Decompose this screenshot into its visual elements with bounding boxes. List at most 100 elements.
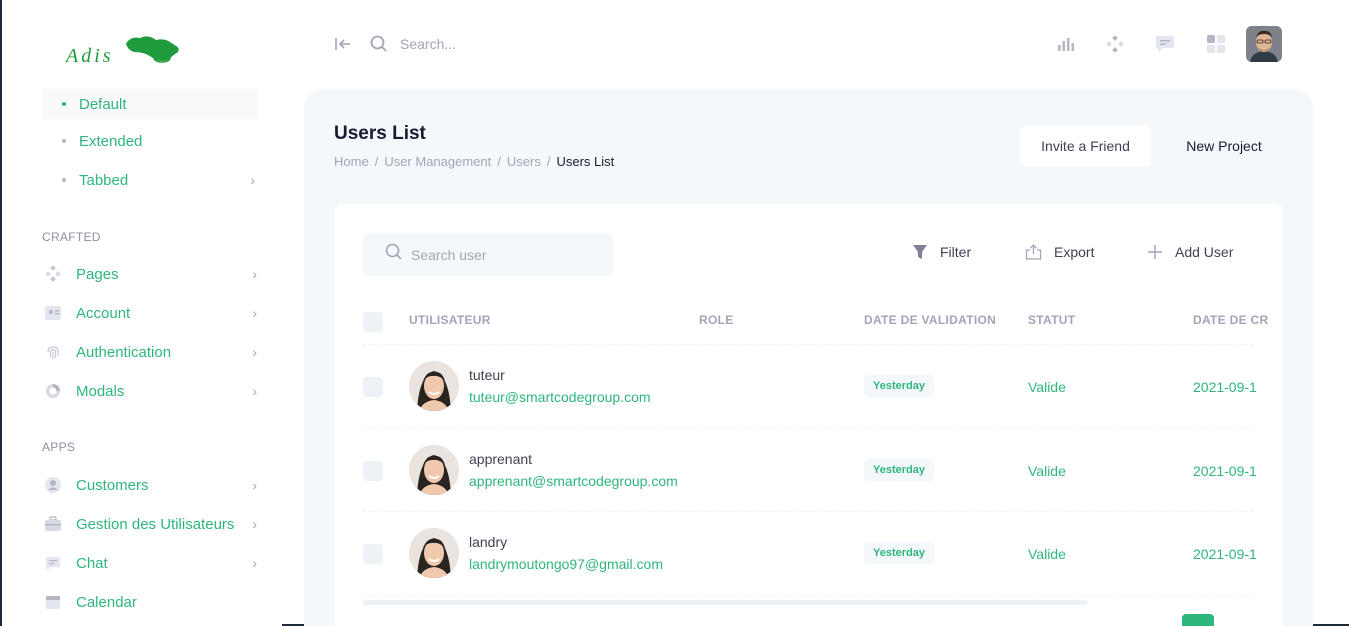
sidebar-item-account[interactable]: Account › (44, 299, 259, 327)
created-date: 2021-09-1 (1193, 546, 1257, 562)
search-icon (370, 35, 388, 53)
chevron-right-icon: › (252, 305, 257, 321)
invite-friend-button[interactable]: Invite a Friend (1020, 125, 1151, 167)
sidebar-subitem-tabbed[interactable]: Tabbed › (42, 167, 257, 193)
user-name: landry (469, 534, 508, 550)
filter-button[interactable]: Filter (912, 244, 971, 260)
column-header-date-creation[interactable]: DATE DE CR (1193, 313, 1268, 327)
new-project-button[interactable]: New Project (1166, 125, 1282, 167)
breadcrumb-home[interactable]: Home (334, 154, 369, 169)
user-search-box (363, 233, 613, 276)
user-avatar[interactable] (1246, 26, 1282, 62)
chevron-right-icon: › (252, 477, 257, 493)
grid-icon[interactable] (1204, 32, 1228, 56)
africa-logo-icon: Adis (64, 36, 179, 67)
export-button[interactable]: Export (1025, 244, 1094, 260)
user-email-link[interactable]: tuteur@smartcodegroup.com (469, 389, 651, 405)
validation-badge: Yesterday (864, 542, 934, 564)
status-text: Valide (1028, 546, 1066, 562)
sidebar-item-calendar[interactable]: Calendar (44, 588, 259, 616)
validation-badge: Yesterday (864, 375, 934, 397)
chart-icon[interactable] (1054, 32, 1078, 56)
row-checkbox[interactable] (363, 377, 383, 397)
sidebar-item-modals[interactable]: Modals › (44, 377, 259, 405)
logo-text: Adis (64, 45, 114, 67)
account-icon (44, 304, 62, 322)
breadcrumb-separator: / (546, 154, 551, 169)
chat-icon (44, 554, 62, 572)
search-icon (385, 243, 403, 266)
user-email-link[interactable]: landrymoutongo97@gmail.com (469, 556, 663, 572)
breadcrumb-separator: / (497, 154, 501, 169)
table-row: tuteur tuteur@smartcodegroup.com Yesterd… (363, 345, 1257, 429)
user-name: tuteur (469, 367, 505, 383)
table-row: apprenant apprenant@smartcodegroup.com Y… (363, 429, 1257, 512)
sidebar-item-label: Pages (76, 265, 119, 283)
select-all-checkbox[interactable] (363, 312, 383, 332)
sidebar-item-gestion-utilisateurs[interactable]: Gestion des Utilisateurs › (44, 510, 259, 538)
user-avatar (409, 361, 459, 411)
sidebar-item-pages[interactable]: Pages › (44, 260, 259, 288)
column-header-role[interactable]: ROLE (699, 313, 734, 327)
user-avatar (409, 528, 459, 578)
fingerprint-icon (44, 343, 62, 361)
column-header-utilisateur[interactable]: UTILISATEUR (409, 313, 491, 327)
sidebar-subitem-extended[interactable]: Extended (42, 128, 257, 154)
pagination-button[interactable] (1182, 614, 1214, 626)
breadcrumb-users[interactable]: Users (507, 154, 541, 169)
users-card: Filter Export Add User UTILISATEUR ROLE … (334, 204, 1283, 626)
filter-icon (912, 244, 928, 260)
apps-diamond-icon[interactable] (1103, 32, 1127, 56)
table-row: landry landrymoutongo97@gmail.com Yester… (363, 512, 1257, 596)
column-header-statut[interactable]: STATUT (1028, 313, 1075, 327)
customers-icon (44, 476, 62, 494)
sidebar-item-customers[interactable]: Customers › (44, 471, 259, 499)
global-search-input[interactable] (400, 34, 600, 54)
user-name: apprenant (469, 450, 533, 467)
calendar-icon (44, 593, 62, 611)
chevron-right-icon: › (252, 344, 257, 360)
sidebar-subitem-label: Default (79, 95, 127, 113)
status-text: Valide (1028, 462, 1066, 479)
bullet-icon (62, 102, 66, 106)
sidebar-item-label: Gestion des Utilisateurs (76, 515, 235, 533)
bullet-icon (62, 139, 66, 143)
user-search-input[interactable] (411, 246, 601, 263)
brand-logo[interactable]: Adis (64, 30, 188, 70)
bullet-icon (62, 178, 66, 182)
breadcrumb-current: Users List (556, 154, 615, 169)
user-email-link[interactable]: apprenant@smartcodegroup.com (469, 473, 678, 489)
horizontal-scrollbar[interactable] (363, 600, 1088, 605)
sidebar-item-label: Authentication (76, 343, 172, 361)
section-title-apps: APPS (42, 440, 76, 454)
export-icon (1025, 244, 1042, 260)
collapse-sidebar-icon[interactable] (334, 36, 352, 52)
message-icon[interactable] (1153, 32, 1177, 56)
row-checkbox[interactable] (363, 544, 383, 564)
validation-badge: Yesterday (864, 458, 934, 481)
topbar (282, 0, 1349, 88)
chevron-right-icon: › (252, 383, 257, 399)
add-user-label: Add User (1175, 244, 1234, 260)
chevron-right-icon: › (252, 516, 257, 532)
add-user-button[interactable]: Add User (1147, 244, 1233, 260)
status-text: Valide (1028, 379, 1066, 395)
breadcrumb-separator: / (374, 154, 379, 169)
sidebar-item-label: Account (76, 304, 131, 322)
main-content: Users List Home / User Management / User… (304, 89, 1313, 626)
plus-icon (1147, 244, 1163, 260)
sidebar-item-chat[interactable]: Chat › (44, 549, 259, 577)
sidebar-subitem-label: Tabbed (79, 171, 129, 189)
filter-label: Filter (940, 244, 972, 260)
briefcase-icon (44, 515, 62, 533)
sidebar-item-authentication[interactable]: Authentication › (44, 338, 259, 366)
breadcrumb-user-management[interactable]: User Management (384, 154, 491, 169)
pages-icon (44, 265, 62, 283)
sidebar-subitem-default[interactable]: Default (42, 89, 257, 119)
column-header-date-validation[interactable]: DATE DE VALIDATION (864, 313, 996, 327)
row-checkbox[interactable] (363, 460, 383, 481)
sidebar: Adis Default Extended Tabbed › CRAFTED P… (2, 0, 282, 626)
users-table: UTILISATEUR ROLE DATE DE VALIDATION STAT… (363, 299, 1268, 596)
table-header: UTILISATEUR ROLE DATE DE VALIDATION STAT… (363, 299, 1268, 345)
sidebar-subitem-label: Extended (79, 132, 143, 150)
